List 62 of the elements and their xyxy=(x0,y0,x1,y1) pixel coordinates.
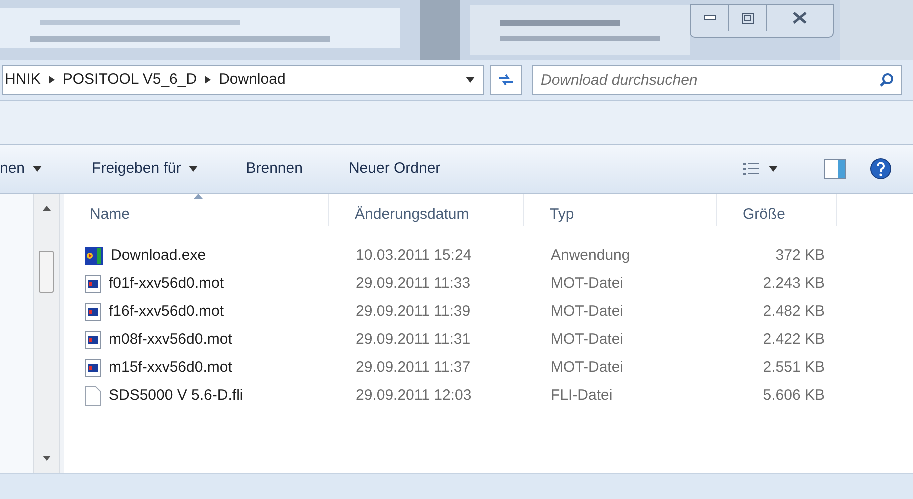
search-icon[interactable] xyxy=(880,73,894,87)
close-icon xyxy=(793,12,807,24)
file-icon xyxy=(85,331,101,349)
type-cell: MOT-Datei xyxy=(551,330,624,348)
address-bar[interactable]: HNIK POSITOOL V5_6_D Download xyxy=(2,65,484,95)
file-icon xyxy=(85,359,101,377)
refresh-button[interactable] xyxy=(490,65,522,95)
dropdown-icon xyxy=(189,166,198,172)
date-cell: 29.09.2011 11:39 xyxy=(356,302,471,320)
help-icon[interactable] xyxy=(870,158,892,180)
toolbar-button[interactable]: nen xyxy=(0,158,42,180)
chevron-icon xyxy=(205,76,212,84)
column-header[interactable]: Name xyxy=(64,194,329,226)
search-field[interactable]: Download durchsuchen xyxy=(532,65,902,95)
file-icon xyxy=(85,386,101,406)
app-icon xyxy=(85,247,103,265)
type-cell: FLI-Datei xyxy=(551,386,613,404)
view-icon[interactable] xyxy=(743,162,759,176)
date-cell: 29.09.2011 12:03 xyxy=(356,386,472,404)
size-cell: 2.551 KB xyxy=(763,358,825,376)
file-name[interactable]: Download.exe xyxy=(111,244,206,268)
size-cell: 5.606 KB xyxy=(763,386,825,404)
scroll-thumb[interactable] xyxy=(39,251,54,293)
maximize-icon xyxy=(742,12,754,24)
file-name[interactable]: f01f-xxv56d0.mot xyxy=(109,272,224,296)
column-header[interactable]: Typ xyxy=(524,194,717,226)
dropdown-icon[interactable] xyxy=(769,166,778,172)
breadcrumb-item[interactable]: HNIK xyxy=(5,68,41,92)
scroll-down-icon[interactable] xyxy=(42,456,50,461)
breadcrumb-item[interactable]: Download xyxy=(219,68,286,92)
scrollbar[interactable] xyxy=(33,194,60,473)
type-cell: Anwendung xyxy=(551,246,630,264)
dropdown-icon[interactable] xyxy=(466,77,475,83)
file-name[interactable]: f16f-xxv56d0.mot xyxy=(109,300,224,324)
scroll-up-icon[interactable] xyxy=(42,206,50,211)
file-icon xyxy=(85,275,101,293)
breadcrumb-item[interactable]: POSITOOL V5_6_D xyxy=(62,68,198,92)
refresh-icon xyxy=(498,73,514,87)
file-icon xyxy=(85,303,101,321)
size-cell: 2.422 KB xyxy=(763,330,825,348)
size-cell: 2.243 KB xyxy=(763,274,825,292)
column-header[interactable]: Änderungsdatum xyxy=(329,194,524,226)
size-cell: 372 KB xyxy=(776,246,825,264)
column-header[interactable]: Größe xyxy=(717,194,837,226)
type-cell: MOT-Datei xyxy=(551,274,624,292)
minimize-icon xyxy=(704,15,716,21)
toolbar-button[interactable]: Freigeben für xyxy=(92,158,198,180)
file-name[interactable]: SDS5000 V 5.6-D.fli xyxy=(109,384,244,408)
date-cell: 29.09.2011 11:31 xyxy=(356,330,471,348)
preview-pane-icon[interactable] xyxy=(824,159,846,179)
chevron-icon xyxy=(48,76,55,84)
dropdown-icon xyxy=(33,166,42,172)
toolbar-button[interactable]: Brennen xyxy=(246,158,303,180)
type-cell: MOT-Datei xyxy=(551,358,624,376)
date-cell: 10.03.2011 15:24 xyxy=(356,246,472,264)
type-cell: MOT-Datei xyxy=(551,302,624,320)
toolbar-button[interactable]: Neuer Ordner xyxy=(348,158,441,180)
size-cell: 2.482 KB xyxy=(763,302,825,320)
date-cell: 29.09.2011 11:33 xyxy=(356,274,471,292)
file-name[interactable]: m15f-xxv56d0.mot xyxy=(109,356,232,380)
date-cell: 29.09.2011 11:37 xyxy=(356,358,471,376)
file-name[interactable]: m08f-xxv56d0.mot xyxy=(109,328,232,352)
